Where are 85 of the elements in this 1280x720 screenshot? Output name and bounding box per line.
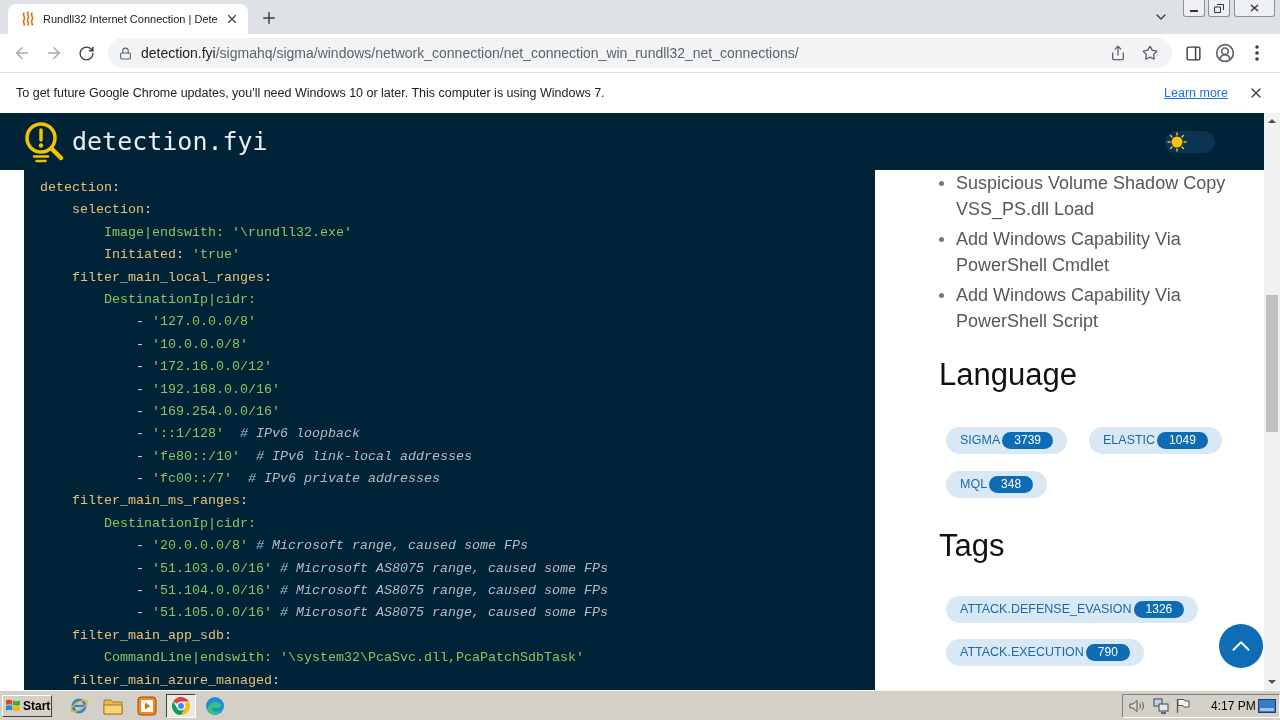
side-panel-icon <box>1184 44 1202 62</box>
related-rule-link[interactable]: Add Windows Capability Via PowerShell Cmdlet <box>956 226 1236 278</box>
star-icon <box>1142 45 1158 61</box>
code-line: - '51.104.0.0/16' # Microsoft AS8075 range, caused some FPs <box>136 582 608 601</box>
code-line: DestinationIp|cidr: <box>104 514 256 533</box>
code-line: filter_main_app_sdb: <box>72 626 232 645</box>
code-line: CommandLine|endswith: '\system32\PcaSvc.dll,PcaPatchSdbTask' <box>104 649 584 668</box>
language-tag[interactable]: ELASTIC 1049 <box>1089 427 1222 454</box>
minimize-icon <box>1190 9 1198 12</box>
avatar-icon <box>1215 43 1235 63</box>
start-button[interactable]: Start <box>2 694 52 717</box>
minimize-button[interactable] <box>1183 0 1205 17</box>
related-rule-link[interactable]: Suspicious Volume Shadow Copy VSS_PS.dll Load <box>956 170 1236 222</box>
code-line: - '20.0.0.0/8' # Microsoft range, caused some FPs <box>136 537 528 556</box>
clock: 4:17 PM <box>1211 697 1256 715</box>
reload-icon <box>77 44 95 62</box>
logo-icon <box>24 120 64 163</box>
scrollbar-thumb[interactable] <box>1266 295 1278 432</box>
close-icon <box>225 12 239 26</box>
new-tab-button[interactable] <box>260 9 278 27</box>
code-line: - '192.168.0.0/16' <box>136 380 280 399</box>
desktop-icon <box>1258 698 1276 713</box>
restore-button[interactable] <box>1208 0 1230 17</box>
code-line: Initiated: 'true' <box>104 246 240 265</box>
tag-count: 790 <box>1085 644 1130 661</box>
scroll-to-top-button[interactable] <box>1219 624 1263 668</box>
restore-icon <box>1214 3 1224 13</box>
attack-tag[interactable]: ATTACK.DEFENSE_EVASION 1326 <box>946 596 1199 623</box>
code-line: detection: <box>40 179 120 197</box>
code-line: filter_main_local_ranges: <box>72 268 272 287</box>
swirl-icon <box>205 695 225 716</box>
code-line: filter_main_azure_managed: <box>72 671 280 690</box>
code-line: - '51.103.0.0/16' # Microsoft AS8075 range, caused some FPs <box>136 559 608 578</box>
code-line: filter_main_ms_ranges: <box>72 492 248 511</box>
tag-count: 1326 <box>1133 601 1185 618</box>
language-tag[interactable]: SIGMA 3739 <box>946 427 1067 454</box>
arrow-right-icon <box>45 44 63 62</box>
code-line: DestinationIp|cidr: <box>104 290 256 309</box>
flag-icon <box>1176 697 1190 714</box>
url-text: detection.fyi/sigmahq/sigma/windows/network_connection/net_connection_win_rundll32_net_connections/ <box>141 43 799 63</box>
code-line: - '::1/128' # IPv6 loopback <box>136 425 360 444</box>
speaker-icon <box>1129 698 1145 713</box>
related-rule-link[interactable]: Add Windows Capability Via PowerShell Script <box>956 282 1236 334</box>
address-bar[interactable]: detection.fyi/sigmahq/sigma/windows/network_connection/net_connection_win_rundll32_net_connections/ <box>108 38 1172 68</box>
bullet-icon <box>939 237 944 242</box>
close-window-button[interactable] <box>1234 0 1275 17</box>
language-heading: Language <box>939 357 1077 393</box>
show-desktop-button[interactable] <box>1257 696 1277 715</box>
folder-icon <box>103 696 123 715</box>
attack-tag[interactable]: ATTACK.EXECUTION 790 <box>946 639 1144 666</box>
browser-tab[interactable]: Rundll32 Internet Connection | Dete <box>8 4 248 34</box>
code-line: - '10.0.0.0/8' <box>136 335 248 354</box>
heat-waves-icon <box>21 11 35 27</box>
learn-more-link[interactable]: Learn more <box>1164 83 1228 103</box>
code-line: Image|endswith: '\rundll32.exe' <box>104 223 352 242</box>
bullet-icon <box>939 293 944 298</box>
sun-icon <box>1167 131 1187 152</box>
code-line: - '169.254.0.0/16' <box>136 402 280 421</box>
code-line: - 'fe80::/10' # IPv6 link-local addresses <box>136 447 472 466</box>
close-icon <box>1250 4 1259 12</box>
code-line: - '51.105.0.0/16' # Microsoft AS8075 range, caused some FPs <box>136 604 608 623</box>
flag-logo-icon <box>6 699 20 712</box>
code-line: - '127.0.0.0/8' <box>136 313 256 332</box>
lock-icon <box>119 46 132 60</box>
menu-icon <box>1255 45 1259 61</box>
tag-count: 348 <box>989 476 1034 493</box>
taskbar-app-button[interactable] <box>166 693 196 718</box>
circle-logo-icon <box>171 695 191 716</box>
theme-toggle[interactable] <box>1165 130 1215 153</box>
triangle-down-icon <box>1268 680 1276 684</box>
network-icon <box>1153 697 1169 714</box>
triangle-up-icon <box>1268 119 1276 123</box>
code-line: - 'fc00::/7' # IPv6 private addresses <box>136 470 440 489</box>
tag-count: 1049 <box>1157 432 1208 449</box>
info-message: To get future Google Chrome updates, you'll need Windows 10 or later. This computer is using Windows 7. <box>16 84 605 102</box>
play-icon <box>137 695 157 716</box>
code-line: - '172.16.0.0/12' <box>136 358 272 377</box>
language-tag[interactable]: MQL 348 <box>946 471 1048 498</box>
site-logo-text[interactable]: detection.fyi <box>72 122 268 161</box>
share-icon <box>1110 45 1126 61</box>
tag-count: 3739 <box>1002 432 1053 449</box>
tags-heading: Tags <box>939 528 1005 564</box>
code-line: selection: <box>72 201 152 220</box>
bullet-icon <box>939 181 944 186</box>
plus-icon <box>260 9 278 27</box>
